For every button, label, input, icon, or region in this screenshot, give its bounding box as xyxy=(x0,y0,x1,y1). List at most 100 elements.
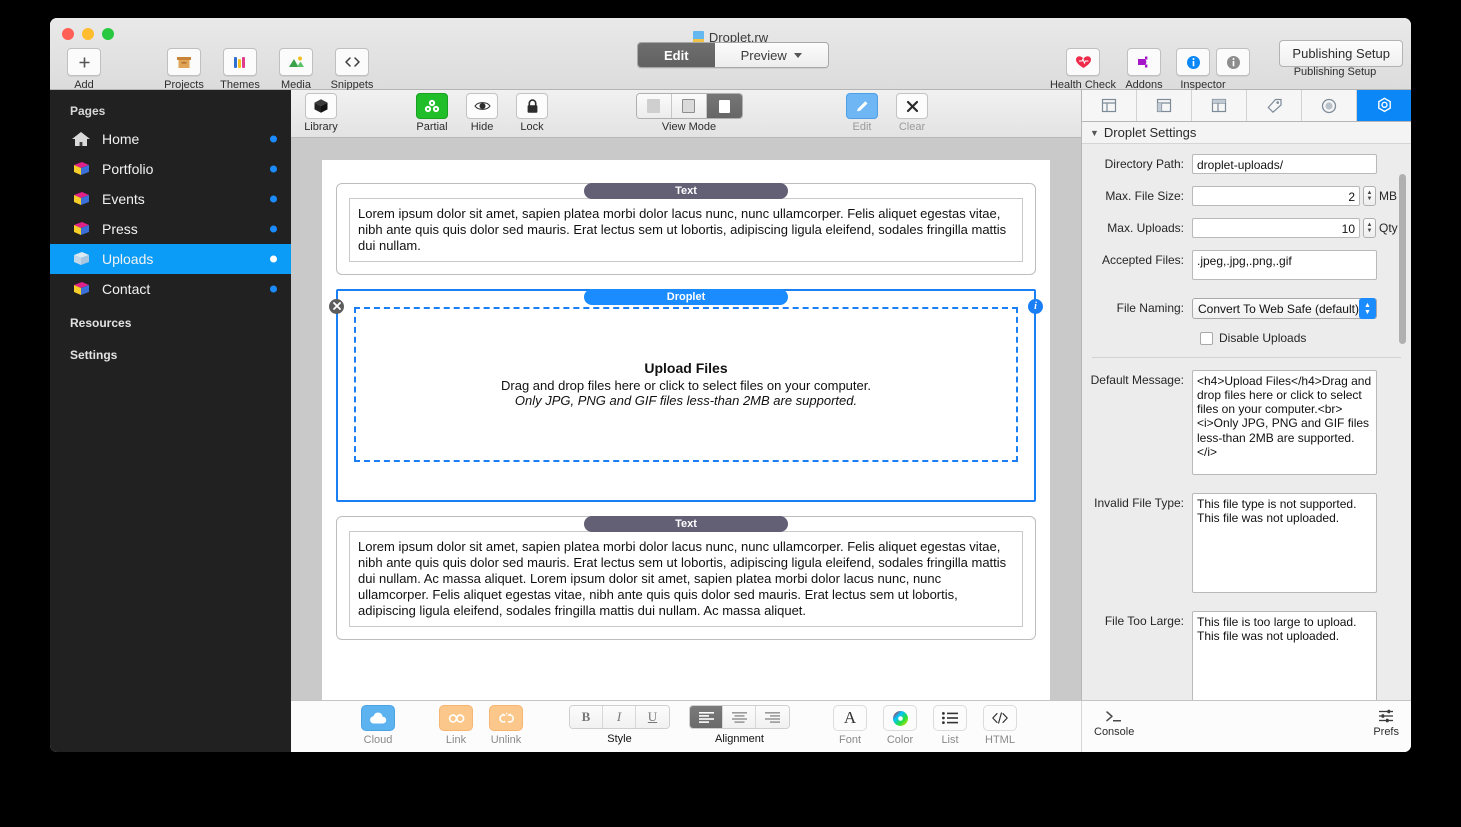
unlink-button[interactable]: Unlink xyxy=(479,705,533,746)
block-info-handle[interactable]: i xyxy=(1028,299,1043,314)
file-too-large-textarea[interactable]: This file is too large to upload. This f… xyxy=(1192,611,1377,711)
themes-icon[interactable] xyxy=(223,48,257,76)
page-styles-tab[interactable] xyxy=(1192,90,1247,121)
toolbar-health-check[interactable]: Health Check xyxy=(1051,48,1115,91)
partial-icon[interactable] xyxy=(416,93,448,119)
addons-plug-icon[interactable] xyxy=(1127,48,1161,76)
text-block-body[interactable]: Lorem ipsum dolor sit amet, sapien plate… xyxy=(349,531,1023,627)
info-outline-icon[interactable] xyxy=(1216,48,1250,76)
view-mode-option-1[interactable] xyxy=(637,94,672,118)
text-block-body[interactable]: Lorem ipsum dolor sit amet, sapien plate… xyxy=(349,198,1023,262)
accepted-files-input[interactable]: .jpeg,.jpg,.png,.gif xyxy=(1192,250,1377,280)
prefs-button[interactable]: Prefs xyxy=(1373,707,1399,738)
file-naming-select[interactable]: Convert To Web Safe (default) ▲▼ xyxy=(1192,298,1377,319)
plus-icon[interactable] xyxy=(67,48,101,76)
delete-block-handle[interactable] xyxy=(329,299,344,314)
sidebar-item-events[interactable]: Events xyxy=(50,184,291,214)
circle-target-icon[interactable] xyxy=(1302,90,1357,121)
partial-button[interactable]: Partial xyxy=(406,93,458,133)
view-mode-option-3[interactable] xyxy=(707,94,742,118)
clear-button[interactable]: Clear xyxy=(886,93,938,133)
style-segmented-control[interactable]: B I U xyxy=(569,705,670,729)
max-file-size-input[interactable]: 2 xyxy=(1192,186,1360,206)
view-mode-option-2[interactable] xyxy=(672,94,707,118)
droplet-block[interactable]: Droplet i Upload Files Drag and drop fil… xyxy=(336,289,1036,502)
info-icon[interactable] xyxy=(1176,48,1210,76)
close-x-icon[interactable] xyxy=(896,93,928,119)
droplet-dropzone[interactable]: Upload Files Drag and drop files here or… xyxy=(354,307,1018,462)
sidebar-item-uploads[interactable]: Uploads xyxy=(50,244,291,274)
block-tab-label[interactable]: Text xyxy=(584,183,788,199)
alignment-segmented-control[interactable] xyxy=(689,705,790,729)
font-button[interactable]: A Font xyxy=(823,705,877,746)
sidebar-item-press[interactable]: Press xyxy=(50,214,291,244)
toolbar-inspector-hide[interactable] xyxy=(1213,48,1253,76)
toolbar-snippets[interactable]: Snippets xyxy=(324,48,380,91)
code-brackets-icon[interactable] xyxy=(335,48,369,76)
publishing-setup-button[interactable]: Publishing Setup xyxy=(1279,40,1403,67)
pencil-icon[interactable] xyxy=(846,93,878,119)
max-file-size-stepper[interactable]: ▲▼ xyxy=(1363,186,1376,206)
sidebar-item-contact[interactable]: Contact xyxy=(50,274,291,304)
terminal-prompt-icon[interactable] xyxy=(1105,707,1123,725)
text-block-2[interactable]: Text Lorem ipsum dolor sit amet, sapien … xyxy=(336,516,1036,640)
archive-box-icon[interactable] xyxy=(167,48,201,76)
toolbar-add[interactable]: Add xyxy=(56,48,112,91)
italic-button[interactable]: I xyxy=(603,706,636,728)
list-icon[interactable] xyxy=(933,705,967,731)
cube-icon[interactable] xyxy=(305,93,337,119)
tab-preview[interactable]: Preview xyxy=(715,43,828,67)
sliders-icon[interactable] xyxy=(1378,707,1394,725)
view-mode-segments[interactable] xyxy=(636,93,743,119)
lock-button[interactable]: Lock xyxy=(506,93,558,133)
list-button[interactable]: List xyxy=(923,705,977,746)
console-button[interactable]: Console xyxy=(1094,707,1134,738)
view-mode-control[interactable]: View Mode xyxy=(629,93,749,133)
align-center-button[interactable] xyxy=(723,706,756,728)
font-icon[interactable]: A xyxy=(833,705,867,731)
hex-gear-icon[interactable] xyxy=(1357,90,1411,121)
cloud-icon[interactable] xyxy=(361,705,395,731)
disclosure-triangle-icon[interactable]: ▼ xyxy=(1090,128,1099,138)
align-right-button[interactable] xyxy=(756,706,789,728)
default-message-textarea[interactable]: <h4>Upload Files</h4>Drag and drop files… xyxy=(1192,370,1377,475)
underline-button[interactable]: U xyxy=(636,706,669,728)
block-tab-label[interactable]: Droplet xyxy=(584,289,788,305)
bold-button[interactable]: B xyxy=(570,706,603,728)
link-icon[interactable] xyxy=(439,705,473,731)
max-uploads-input[interactable]: 10 xyxy=(1192,218,1360,238)
lock-icon[interactable] xyxy=(516,93,548,119)
sidebar-resources-header[interactable]: Resources xyxy=(50,304,291,336)
disable-uploads-row[interactable]: Disable Uploads xyxy=(1082,331,1411,345)
text-block-1[interactable]: Text Lorem ipsum dolor sit amet, sapien … xyxy=(336,183,1036,275)
updown-chevrons-icon[interactable]: ▲▼ xyxy=(1359,298,1376,319)
hide-button[interactable]: Hide xyxy=(456,93,508,133)
color-wheel-icon[interactable] xyxy=(883,705,917,731)
sidebar-item-portfolio[interactable]: Portfolio xyxy=(50,154,291,184)
tab-edit[interactable]: Edit xyxy=(638,43,715,67)
directory-path-input[interactable]: droplet-uploads/ xyxy=(1192,154,1377,174)
master-style-tab[interactable] xyxy=(1137,90,1192,121)
heart-icon[interactable] xyxy=(1066,48,1100,76)
toolbar-inspector-show[interactable]: Inspector xyxy=(1173,48,1213,91)
eye-icon[interactable] xyxy=(466,93,498,119)
cloud-button[interactable]: Cloud xyxy=(351,705,405,746)
disable-uploads-checkbox[interactable] xyxy=(1200,332,1213,345)
align-left-button[interactable] xyxy=(690,706,723,728)
sidebar-settings-header[interactable]: Settings xyxy=(50,336,291,368)
edit-block-button[interactable]: Edit xyxy=(836,93,888,133)
page-inspector-tab[interactable] xyxy=(1082,90,1137,121)
tag-icon[interactable] xyxy=(1247,90,1302,121)
link-button[interactable]: Link xyxy=(429,705,483,746)
block-tab-label[interactable]: Text xyxy=(584,516,788,532)
color-button[interactable]: Color xyxy=(873,705,927,746)
html-code-icon[interactable] xyxy=(983,705,1017,731)
toolbar-themes[interactable]: Themes xyxy=(212,48,268,91)
toolbar-projects[interactable]: Projects xyxy=(156,48,212,91)
toolbar-media[interactable]: Media xyxy=(268,48,324,91)
mode-segmented-control[interactable]: Edit Preview xyxy=(637,42,829,68)
unlink-icon[interactable] xyxy=(489,705,523,731)
inspector-section-header[interactable]: ▼ Droplet Settings xyxy=(1082,122,1411,144)
html-button[interactable]: HTML xyxy=(973,705,1027,746)
max-uploads-stepper[interactable]: ▲▼ xyxy=(1363,218,1376,238)
